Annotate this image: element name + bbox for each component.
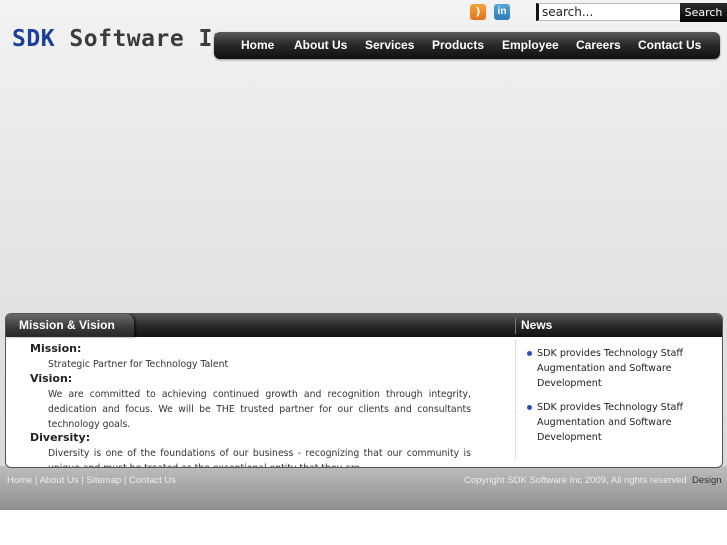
nav-products[interactable]: Products <box>432 32 484 59</box>
footer-link-home[interactable]: Home <box>7 475 32 486</box>
nav-home[interactable]: Home <box>241 32 274 59</box>
nav-employee[interactable]: Employee <box>502 32 559 59</box>
footer-link-about-us[interactable]: About Us <box>40 475 79 486</box>
main-nav: Home About Us Services Products Employee… <box>214 32 720 59</box>
footer-separator: | <box>123 475 127 486</box>
nav-about-us[interactable]: About Us <box>294 32 347 59</box>
news-item-text: SDK provides Technology Staff Augmentati… <box>537 402 684 443</box>
bullet-icon <box>527 351 532 356</box>
footer-separator: | <box>81 475 84 486</box>
mission-text: Strategic Partner for Technology Talent <box>48 359 229 370</box>
bullet-icon <box>527 405 532 410</box>
vision-text: We are committed to achieving continued … <box>48 389 471 430</box>
vision-label: Vision: <box>30 372 73 385</box>
linkedin-icon[interactable]: in <box>494 4 510 20</box>
site-logo[interactable]: SDK Software Inc <box>12 26 242 52</box>
mission-vision-title: Mission & Vision <box>19 318 115 332</box>
footer-background <box>0 466 727 510</box>
mission-label: Mission: <box>30 342 82 355</box>
nav-services[interactable]: Services <box>365 32 414 59</box>
news-title: News <box>521 318 553 332</box>
column-divider <box>515 340 516 460</box>
footer-link-sitemap[interactable]: Sitemap <box>86 475 121 486</box>
footer-design-link[interactable]: Design <box>692 475 722 486</box>
news-item[interactable]: SDK provides Technology Staff Augmentati… <box>527 400 705 445</box>
search-input[interactable] <box>536 3 683 21</box>
news-item-text: SDK provides Technology Staff Augmentati… <box>537 348 684 389</box>
panel-header: Mission & Vision News <box>6 314 722 337</box>
footer-copyright: Copyright SDK Software Inc 2009, All rig… <box>464 475 687 486</box>
logo-sdk: SDK <box>12 26 56 52</box>
footer-links: Home | About Us | Sitemap | Contact Us <box>7 475 176 486</box>
nav-contact-us[interactable]: Contact Us <box>638 32 701 59</box>
header-separator <box>515 318 516 334</box>
nav-careers[interactable]: Careers <box>576 32 621 59</box>
diversity-text: Diversity is one of the foundations of o… <box>48 448 471 467</box>
search-button[interactable]: Search <box>680 3 727 22</box>
rss-icon[interactable]: ) <box>470 4 486 20</box>
news-item[interactable]: SDK provides Technology Staff Augmentati… <box>527 346 705 391</box>
footer-link-contact-us[interactable]: Contact Us <box>129 475 176 486</box>
footer-separator: | <box>34 475 38 486</box>
content-panel: Mission & Vision News Mission: Strategic… <box>5 313 723 468</box>
diversity-label: Diversity: <box>30 431 91 444</box>
